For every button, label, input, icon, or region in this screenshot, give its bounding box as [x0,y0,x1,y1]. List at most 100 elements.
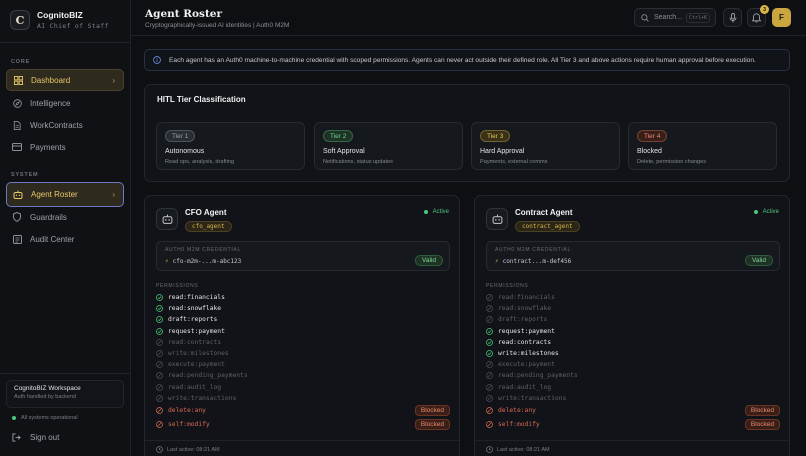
credential-value[interactable]: ⚡ contract...m-def456 [495,258,571,265]
sidebar-item-label: Dashboard [31,75,71,85]
permission-name: read:contracts [168,338,222,346]
permission-row: write:transactions [156,393,450,404]
last-active-text: Last active: 08:21 AM [167,446,220,453]
sidebar: C CognitoBIZ AI Chief of Staff CORE Dash… [0,0,131,456]
blocked-badge: Blocked [744,418,780,430]
tier-badge: Tier 4 [637,130,668,142]
avatar[interactable]: F [772,8,791,27]
permission-name: write:milestones [168,350,229,358]
tier-description: Delete, permission changes [637,159,707,165]
ban-icon [156,338,163,346]
search-placeholder: Search... [654,14,683,21]
permission-row: read:financials [486,292,780,303]
robot-icon [13,190,23,200]
ban-icon [486,316,493,324]
robot-icon [156,208,178,230]
divider [145,440,459,441]
permission-row: write:milestones [156,348,450,359]
ban-icon [156,350,163,357]
permission-row: delete:any Blocked [486,404,780,418]
clock-icon [486,446,493,453]
grid-icon [13,75,23,85]
permission-name: write:milestones [498,350,559,358]
credential-value[interactable]: ⚡ cfo-m2m-...m-abc123 [165,258,241,265]
permissions-list: read:financials read:snowflake draft:repor… [156,292,450,432]
permission-row: draft:reports [156,314,450,325]
permission-name: read:audit_log [498,383,552,391]
sidebar-item-guardrails[interactable]: Guardrails [6,206,124,228]
check-circle-icon [156,294,163,301]
brand[interactable]: C CognitoBIZ AI Chief of Staff [10,10,109,30]
tier-classification-panel: HITL Tier Classification Tier 1 Autonomo… [144,84,790,182]
check-circle-icon [156,327,163,335]
status-dot-icon [12,416,16,420]
permission-name: self:modify [498,421,540,429]
card-icon [12,142,22,152]
ban-icon [156,421,163,429]
search-shortcut: Ctrl+K [685,13,710,23]
permission-row: self:modify Blocked [486,418,780,432]
permission-name: read:contracts [498,338,552,346]
info-banner-text: Each agent has an Auth0 machine-to-machi… [169,56,756,64]
permission-row: write:milestones [486,348,780,359]
tier-card-3: Tier 3 Hard Approval Payments, external … [471,122,620,170]
agent-name: Contract Agent [515,208,573,217]
workspace-title: CognitoBIZ Workspace [14,385,81,392]
sidebar-item-intelligence[interactable]: Intelligence [6,92,124,114]
tier-name: Soft Approval [323,148,365,155]
document-icon [12,120,22,130]
permission-name: read:pending_payments [498,372,578,380]
permission-name: execute:payment [168,361,225,369]
permission-row: draft:reports [486,314,780,325]
sidebar-item-payments[interactable]: Payments [6,136,124,158]
notifications-button[interactable]: 3 [747,5,769,27]
ban-icon [486,383,493,391]
permission-row: read:pending_payments [486,370,780,381]
search-icon [641,13,649,22]
permission-row: read:pending_payments [156,370,450,381]
credential-label: AUTH0 M2M CREDENTIAL [165,247,241,253]
agent-card-contract[interactable]: Contract Agent contract_agent Active AUT… [474,195,790,456]
permissions-label: PERMISSIONS [486,283,529,289]
ban-icon [486,394,493,402]
permission-name: delete:any [168,407,206,415]
signout-button[interactable]: Sign out [12,433,59,442]
robot-icon [486,208,508,230]
credential-label: AUTH0 M2M CREDENTIAL [495,247,571,253]
workspace-card[interactable]: CognitoBIZ Workspace Auth handled by bac… [6,380,124,408]
clock-icon [156,446,163,453]
chevron-right-icon: › [112,75,115,85]
agent-card-cfo[interactable]: CFO Agent cfo_agent Active AUTH0 M2M CRE… [144,195,460,456]
sidebar-item-agent-roster[interactable]: Agent Roster › [6,182,124,207]
agent-key-badge: contract_agent [515,221,580,232]
permission-name: read:audit_log [168,383,222,391]
microphone-button[interactable] [723,8,742,27]
info-icon [153,56,161,64]
sidebar-item-workcontracts[interactable]: WorkContracts [6,114,124,136]
agent-status-text: Active [762,209,779,215]
permission-row: read:financials [156,292,450,303]
tier-name: Blocked [637,148,662,155]
permission-name: write:transactions [498,394,567,402]
agent-key-badge: cfo_agent [185,221,232,232]
tier-name: Hard Approval [480,148,525,155]
last-active: Last active: 08:21 AM [156,446,220,453]
section-label-system: SYSTEM [11,172,39,178]
permission-row: self:modify Blocked [156,418,450,432]
sidebar-item-label: WorkContracts [30,120,83,130]
permission-row: read:audit_log [156,382,450,393]
permission-row: execute:payment [156,359,450,370]
sidebar-item-dashboard[interactable]: Dashboard › [6,69,124,91]
credential-id: cfo-m2m-...m-abc123 [172,258,242,265]
sidebar-item-audit-center[interactable]: Audit Center [6,228,124,250]
permission-name: request:payment [168,327,225,335]
agent-status: Active [753,209,779,215]
tier-badge: Tier 2 [323,130,354,142]
tier-card-2: Tier 2 Soft Approval Notifications, stat… [314,122,463,170]
search-input[interactable]: Search... Ctrl+K [634,8,716,27]
sidebar-item-label: Guardrails [30,212,67,222]
info-banner: Each agent has an Auth0 machine-to-machi… [144,49,790,71]
system-status-text: All systems operational [21,415,78,421]
tier-badge: Tier 3 [480,130,511,142]
system-status: All systems operational [12,415,78,421]
